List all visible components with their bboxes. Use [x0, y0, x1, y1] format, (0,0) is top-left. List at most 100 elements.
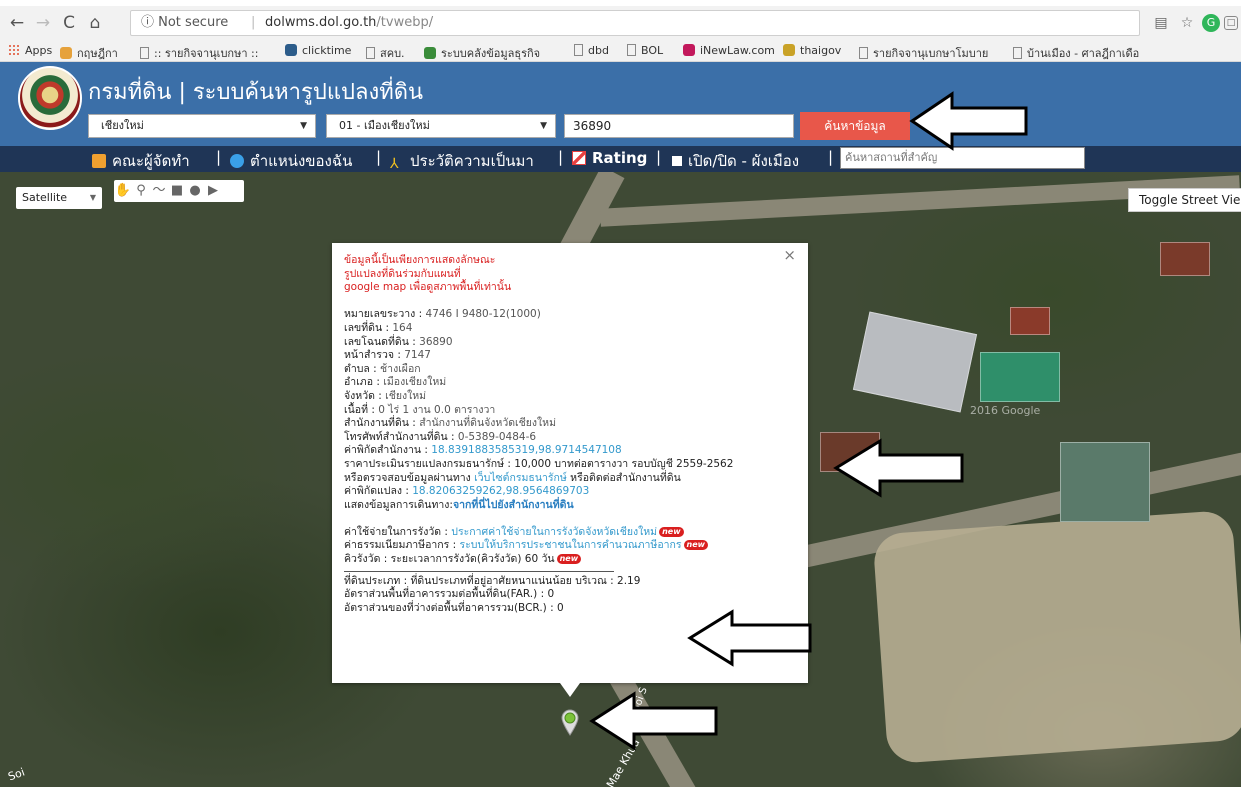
parcel-detail-row: อำเภอ : เมืองเชียงใหม่ — [344, 376, 796, 390]
annotation-arrow-icon — [687, 609, 812, 667]
bookmark-star-icon[interactable]: ☆ — [1178, 14, 1196, 32]
far-row: อัตราส่วนพื้นที่อาคารรวมต่อพื้นที่ดิน(FA… — [344, 588, 555, 601]
detail-value: 4746 I 9480-12(1000) — [425, 308, 541, 321]
bookmark-item[interactable]: :: รายกิจจานุเบกษา :: — [140, 44, 258, 62]
forward-button[interactable]: → — [32, 12, 54, 34]
polygon-tool-icon[interactable]: ▶ — [204, 180, 222, 202]
bookmark-item[interactable]: Apps — [8, 44, 52, 57]
menu-rating-label: Rating — [592, 149, 648, 167]
bookmark-item[interactable]: บ้านเมือง - ศาลฎีกาเดือ — [1013, 44, 1139, 62]
detail-label: เลขโฉนดที่ดิน : — [344, 335, 416, 348]
department-seal-logo — [18, 66, 82, 130]
bookmark-label: thaigov — [800, 44, 842, 57]
url-host: dolwms.dol.go.th — [265, 15, 377, 30]
office-coordinate-link[interactable]: 18.8391883585319,98.9714547108 — [431, 444, 621, 456]
road-label: Soi — [6, 765, 27, 784]
map-type-select[interactable]: Satellite ▼ — [16, 187, 102, 209]
info-divider — [344, 570, 614, 572]
bookmark-item[interactable]: สคบ. — [366, 44, 405, 62]
bookmark-label: บ้านเมือง - ศาลฎีกาเดือ — [1027, 47, 1140, 60]
verify-row: หรือตรวจสอบข้อมูลผ่านทาง เว็บไซต์กรมธนาร… — [344, 472, 796, 486]
close-icon[interactable]: × — [783, 248, 796, 263]
parcel-number-input[interactable]: 36890 — [564, 114, 794, 138]
directions-link[interactable]: จากที่นี่ไปยังสำนักงานที่ดิน — [453, 499, 574, 511]
extension-box-icon[interactable]: □ — [1224, 16, 1238, 30]
menu-team[interactable]: คณะผู้จัดทำ — [92, 149, 190, 173]
page-icon — [1013, 47, 1022, 59]
parcel-detail-row: โทรศัพท์สำนักงานที่ดิน : 0-5389-0484-6 — [344, 431, 796, 445]
address-bar[interactable]: ⓘ Not secure | dolwms.dol.go.th/tvwebp/ — [130, 10, 1140, 36]
travel-row: แสดงข้อมูลการเดินทาง:จากที่นี่ไปยังสำนัก… — [344, 499, 796, 513]
pan-hand-icon[interactable]: ✋ — [114, 180, 132, 202]
bookmark-item[interactable]: thaigov — [783, 44, 841, 57]
page-icon — [574, 44, 583, 56]
bookmark-item[interactable]: clicktime — [285, 44, 351, 57]
parcel-detail-rows: หมายเลขระวาง : 4746 I 9480-12(1000) เลขที… — [344, 308, 796, 444]
province-select[interactable]: เชียงใหม่ ▼ — [88, 114, 316, 138]
district-select[interactable]: 01 - เมืองเชียงใหม่ ▼ — [326, 114, 556, 138]
circle-tool-icon[interactable]: ● — [186, 180, 204, 202]
search-button[interactable]: ค้นหาข้อมูล — [800, 112, 910, 140]
marker-tool-icon[interactable]: ⚲ — [132, 180, 150, 202]
annotation-arrow-icon — [833, 438, 964, 498]
bookmark-label: กฤษฎีกา — [77, 47, 118, 60]
tax-calculator-link[interactable]: ระบบให้บริการประชาชนในการคำนวณภาษีอากร — [460, 539, 682, 551]
page-icon — [859, 47, 868, 59]
globe-icon — [230, 154, 244, 168]
map-roof — [1010, 307, 1050, 335]
toggle-street-view-button[interactable]: Toggle Street Vie — [1128, 188, 1241, 212]
slash-icon — [683, 44, 695, 56]
bookmark-item[interactable]: รายกิจจานุเบกษาโมบาย — [859, 44, 988, 62]
disclaimer-line: รูปแปลงที่ดินร่วมกับแผนที่ — [344, 267, 461, 280]
rectangle-tool-icon[interactable]: ■ — [168, 180, 186, 202]
detail-label: อำเภอ : — [344, 376, 380, 389]
menu-separator: | — [828, 148, 834, 166]
land-type-row: ที่ดินประเภท : ที่ดินประเภทที่อยู่อาศัยห… — [344, 574, 641, 587]
parcel-coordinate-link[interactable]: 18.82063259262,98.9564869703 — [412, 485, 589, 497]
clicktime-icon — [285, 44, 297, 56]
extension-g-icon[interactable]: G — [1202, 14, 1220, 32]
bookmark-item[interactable]: BOL — [627, 44, 663, 57]
map-clearing — [872, 509, 1241, 765]
parcel-detail-row: สำนักงานที่ดิน : สำนักงานที่ดินจังหวัดเช… — [344, 417, 796, 431]
coin-icon — [783, 44, 795, 56]
menu-my-location[interactable]: ตำแหน่งของฉัน — [230, 149, 352, 173]
bookmark-item[interactable]: dbd — [574, 44, 609, 57]
drawing-toolbar: ✋ ⚲ 〜 ■ ● ▶ — [114, 180, 244, 202]
page-icon — [140, 47, 149, 59]
reload-button[interactable]: C — [58, 12, 80, 34]
map-building — [1060, 442, 1150, 522]
bookmark-item[interactable]: กฤษฎีกา — [60, 44, 118, 62]
bookmark-item[interactable]: ระบบคลังข้อมูลธุรกิจ — [424, 44, 540, 62]
travel-label: แสดงข้อมูลการเดินทาง: — [344, 498, 453, 511]
menu-rating[interactable]: Rating — [572, 149, 647, 167]
survey-fee-link[interactable]: ประกาศค่าใช้จ่ายในการรังวัดจังหวัดเชียงใ… — [451, 526, 657, 538]
page-icon — [627, 44, 636, 56]
verify-prefix: หรือตรวจสอบข้อมูลผ่านทาง — [344, 471, 471, 484]
menu-separator: | — [216, 148, 222, 166]
rating-chart-icon — [572, 151, 586, 165]
bookmark-label: สคบ. — [380, 47, 405, 60]
survey-queue-row: คิวรังวัด : ระยะเวลาการรังวัด(คิวรังวัด)… — [344, 553, 796, 567]
translate-icon[interactable]: ▤ — [1152, 14, 1170, 32]
menu-history[interactable]: ⅄ ประวัติความเป็นมา — [390, 149, 534, 173]
omnibox-separator: | — [251, 15, 256, 30]
security-indicator[interactable]: ⓘ Not secure — [141, 11, 228, 35]
home-button[interactable]: ⌂ — [84, 12, 106, 34]
detail-label: สำนักงานที่ดิน : — [344, 417, 416, 430]
parcel-detail-row: เลขที่ดิน : 164 — [344, 322, 796, 336]
caret-down-icon: ▼ — [540, 121, 547, 131]
parcel-detail-row: เนื้อที่ : 0 ไร่ 1 งาน 0.0 ตารางวา — [344, 404, 796, 418]
menu-zoning-toggle[interactable]: เปิด/ปิด - ผังเมือง — [672, 149, 799, 173]
treasury-website-link[interactable]: เว็บไซต์กรมธนารักษ์ — [474, 472, 567, 484]
caret-down-icon: ▼ — [89, 193, 96, 202]
polyline-tool-icon[interactable]: 〜 — [150, 180, 168, 202]
detail-value: สำนักงานที่ดินจังหวัดเชียงใหม่ — [419, 417, 557, 430]
bookmark-label: ระบบคลังข้อมูลธุรกิจ — [441, 47, 541, 60]
tax-fee-row: ค่าธรรมเนียมภาษีอากร : ระบบให้บริการประช… — [344, 539, 796, 553]
back-button[interactable]: ← — [6, 12, 28, 34]
detail-value: 0 ไร่ 1 งาน 0.0 ตารางวา — [378, 403, 496, 416]
parcel-location-marker-icon[interactable] — [560, 708, 580, 736]
bookmark-item[interactable]: iNewLaw.com — [683, 44, 775, 57]
office-coordinate-label: ค่าพิกัดสำนักงาน : — [344, 444, 428, 457]
